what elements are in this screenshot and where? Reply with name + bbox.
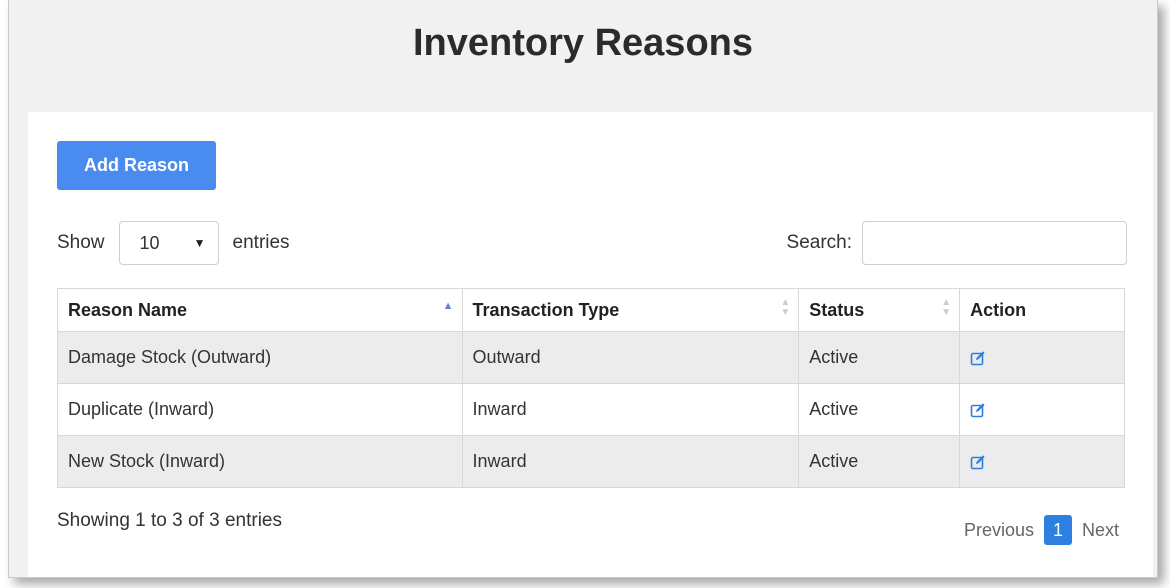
pagination: Previous 1 Next (956, 515, 1127, 545)
content-panel: Add Reason Show 10 ▼ entries Search: Rea… (28, 112, 1153, 577)
column-header-action: Action (959, 288, 1125, 332)
length-menu: Show 10 ▼ entries (57, 220, 290, 266)
sort-both-icon: ▲ ▼ (941, 297, 952, 318)
cell-status: Active (798, 435, 961, 488)
search-box: Search: (787, 220, 1127, 266)
reasons-table: Reason Name ▲ Transaction Type ▲ ▼ Status… (57, 288, 1125, 488)
column-header-label: Transaction Type (472, 299, 620, 320)
edit-icon[interactable] (970, 402, 986, 418)
column-header-reason-name[interactable]: Reason Name ▲ (57, 288, 463, 332)
page-title: Inventory Reasons (413, 22, 753, 64)
column-header-transaction-type[interactable]: Transaction Type ▲ ▼ (461, 288, 800, 332)
cell-transaction-type: Inward (461, 383, 800, 436)
cell-status: Active (798, 331, 961, 384)
table-info: Showing 1 to 3 of 3 entries (57, 510, 282, 531)
table-row: Duplicate (Inward) Inward Active (57, 383, 1125, 436)
cell-reason-name: Duplicate (Inward) (57, 383, 463, 436)
search-input[interactable] (862, 221, 1127, 265)
edit-icon[interactable] (970, 454, 986, 470)
cell-reason-name: New Stock (Inward) (57, 435, 463, 488)
search-label: Search: (786, 232, 852, 253)
column-header-label: Status (809, 299, 865, 320)
entries-label: entries (232, 232, 290, 253)
table-row: New Stock (Inward) Inward Active (57, 435, 1125, 488)
cell-reason-name: Damage Stock (Outward) (57, 331, 463, 384)
cell-transaction-type: Inward (461, 435, 800, 488)
entries-per-page-select[interactable]: 10 ▼ (118, 221, 219, 265)
table-row: Damage Stock (Outward) Outward Active (57, 331, 1125, 384)
cell-action (959, 383, 1125, 436)
chevron-down-icon: ▼ (193, 236, 206, 250)
column-header-label: Action (970, 299, 1027, 320)
page-1-button[interactable]: 1 (1043, 515, 1072, 545)
column-header-label: Reason Name (68, 299, 188, 320)
sort-ascending-icon: ▲ (442, 300, 454, 312)
cell-transaction-type: Outward (461, 331, 800, 384)
cell-action (959, 435, 1125, 488)
cell-status: Active (798, 383, 961, 436)
app-window: Inventory Reasons Add Reason Show 10 ▼ e… (8, 0, 1158, 578)
edit-icon[interactable] (970, 350, 986, 366)
sort-both-icon: ▲ ▼ (780, 297, 791, 318)
next-page-button[interactable]: Next (1074, 520, 1127, 541)
previous-page-button[interactable]: Previous (956, 520, 1042, 541)
show-label: Show (57, 232, 105, 253)
column-header-status[interactable]: Status ▲ ▼ (798, 288, 961, 332)
entries-per-page-value: 10 (139, 232, 160, 253)
cell-action (959, 331, 1125, 384)
table-header-row: Reason Name ▲ Transaction Type ▲ ▼ Status… (57, 288, 1125, 332)
add-reason-button[interactable]: Add Reason (57, 141, 216, 190)
